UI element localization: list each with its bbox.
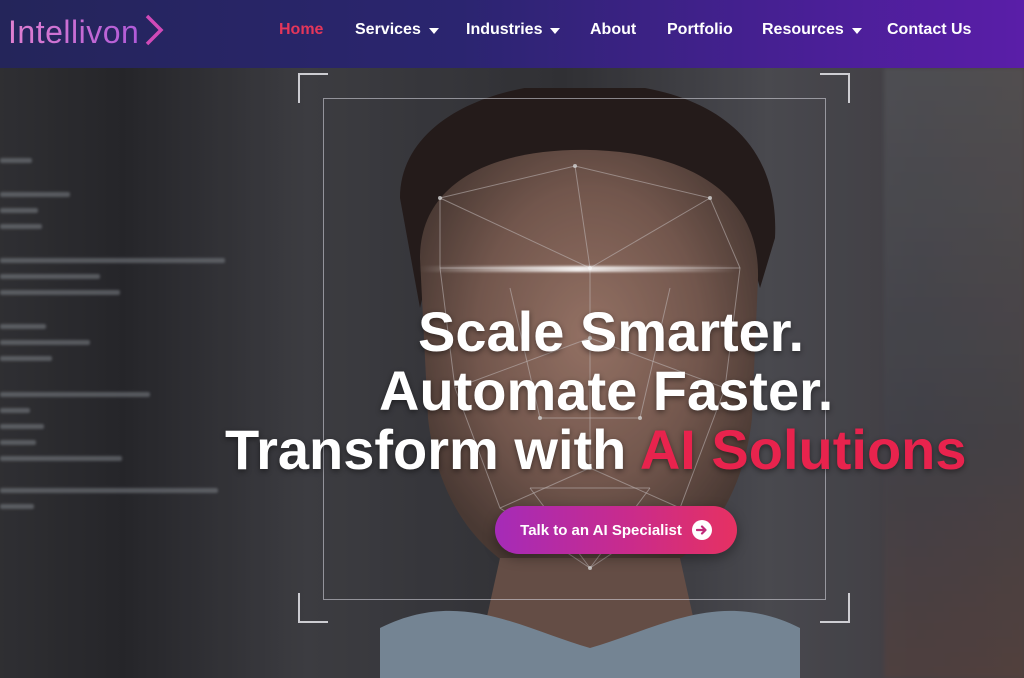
- nav-item-contact[interactable]: Contact Us: [887, 21, 971, 39]
- nav-item-label: About: [590, 21, 637, 38]
- headline-line-2: Automate Faster.: [379, 359, 834, 422]
- caret-down-icon: [550, 27, 561, 34]
- nav-item-services[interactable]: Services: [355, 21, 439, 39]
- hero-section: Scale Smarter. Automate Faster. Transfor…: [0, 68, 1024, 678]
- scan-corner-bottom-right: [820, 593, 850, 623]
- scan-corner-top-right: [820, 73, 850, 103]
- scan-line: [418, 266, 738, 272]
- nav-item-industries[interactable]: Industries: [466, 21, 561, 39]
- headline-line-1: Scale Smarter.: [418, 300, 805, 363]
- logo-text: Intellivon: [8, 13, 140, 50]
- nav-item-label: Portfolio: [667, 21, 733, 38]
- nav-item-label: Industries: [466, 21, 543, 38]
- nav-item-resources[interactable]: Resources: [762, 21, 862, 39]
- headline-prefix: Transform with: [225, 418, 640, 481]
- talk-to-specialist-button[interactable]: Talk to an AI Specialist: [495, 506, 737, 554]
- arrow-right-circle-icon: [691, 520, 712, 540]
- nav-item-portfolio[interactable]: Portfolio: [667, 21, 733, 39]
- cta-label: Talk to an AI Specialist: [520, 521, 682, 539]
- scan-corner-bottom-left: [298, 593, 328, 623]
- nav-item-home[interactable]: Home: [279, 21, 323, 39]
- top-navigation-bar: Intellivon Home Services Industries Abou…: [0, 0, 1024, 68]
- caret-down-icon: [428, 27, 439, 34]
- nav-item-label: Home: [279, 21, 324, 38]
- nav-item-about[interactable]: About: [590, 21, 636, 39]
- scan-corner-top-left: [298, 73, 328, 103]
- chevron-right-icon: [143, 13, 165, 52]
- nav-item-label: Contact Us: [887, 21, 972, 38]
- brand-logo[interactable]: Intellivon: [8, 12, 165, 52]
- headline-line-3: Transform with AI Solutions: [225, 420, 967, 480]
- headline-accent: AI Solutions: [639, 418, 967, 481]
- nav-item-label: Resources: [762, 21, 844, 38]
- caret-down-icon: [851, 27, 862, 34]
- nav-item-label: Services: [355, 21, 421, 38]
